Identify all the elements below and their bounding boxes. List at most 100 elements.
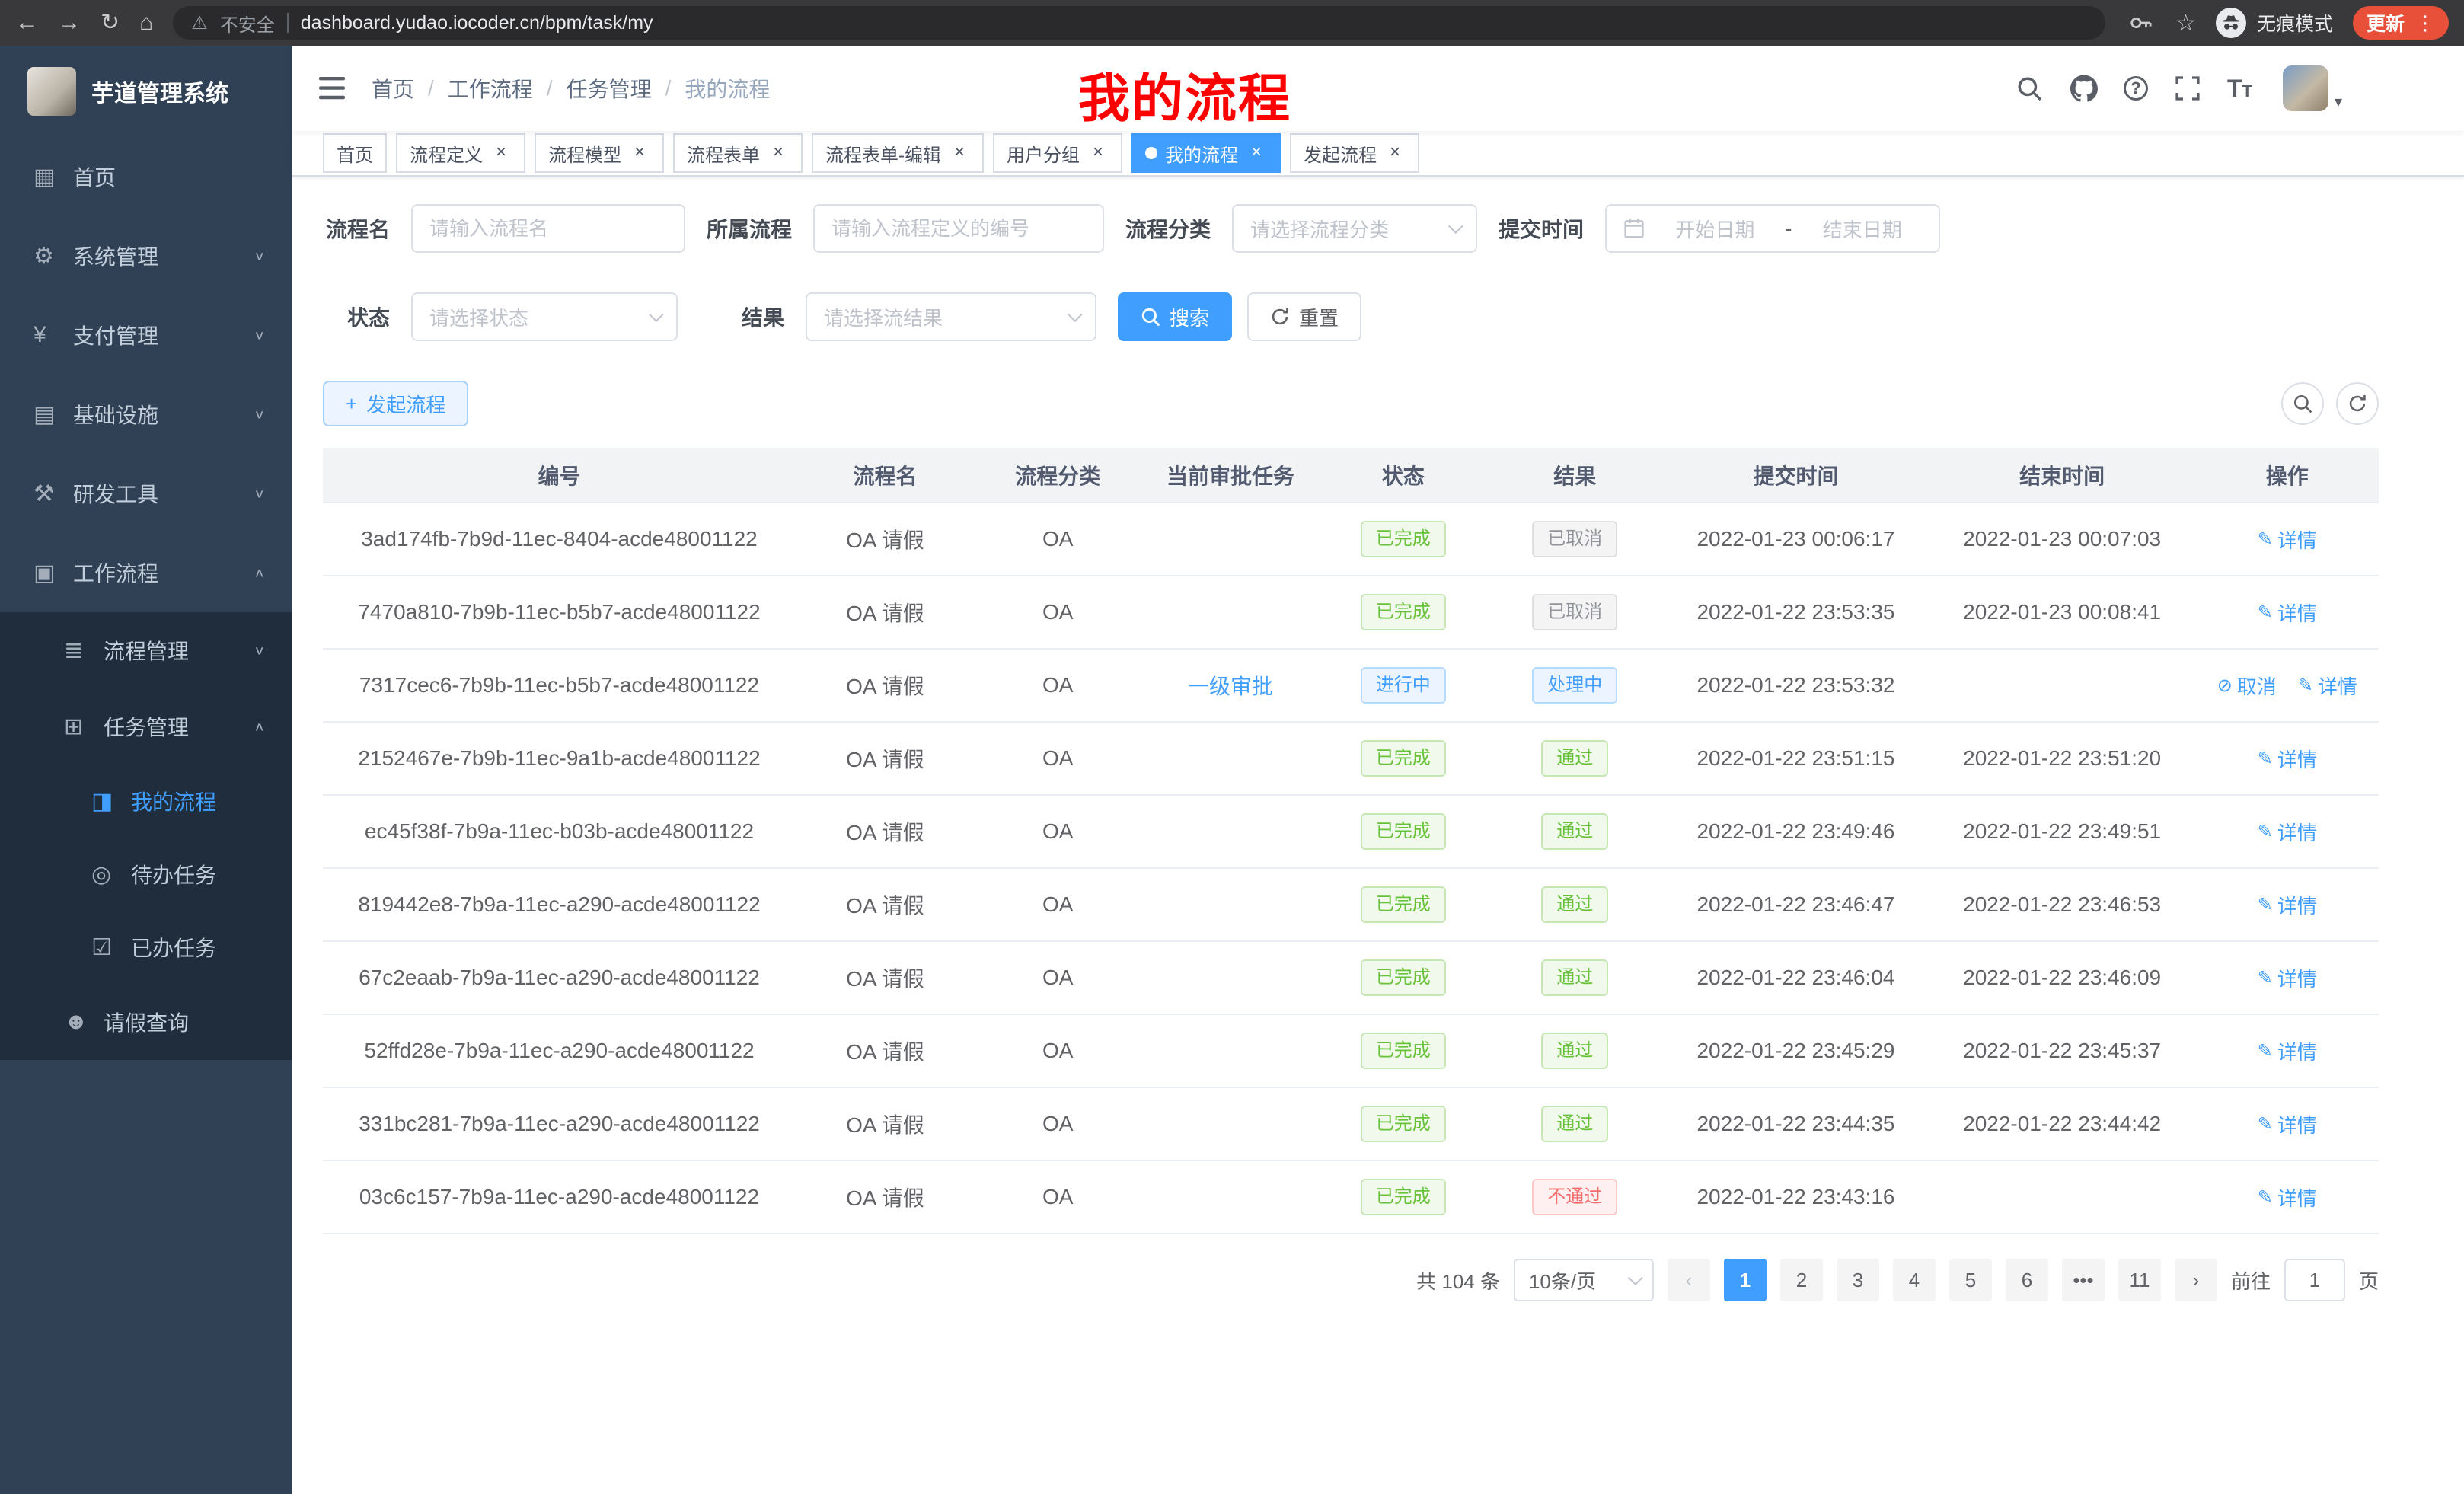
detail-link[interactable]: ✎ 详情 [2258,525,2317,554]
result-select[interactable]: 请选择流结果 [806,292,1096,341]
sidebar-item-done-tasks[interactable]: ☑ 已办任务 [0,911,292,984]
refresh-table-button[interactable] [2336,382,2379,425]
col-end-time: 结束时间 [1929,448,2196,503]
sidebar: 芋道管理系统 ▦ 首页 ⚙ 系统管理 ∨ ¥ 支付管理 ∨ ▤ [0,46,292,1494]
detail-link[interactable]: ✎ 详情 [2258,818,2317,846]
page-button[interactable]: 5 [1949,1259,1992,1301]
hamburger-icon[interactable] [292,77,372,100]
tab-close-icon[interactable]: × [949,142,970,164]
show-search-button[interactable] [2281,382,2324,425]
reset-button[interactable]: 重置 [1247,292,1361,341]
app-logo[interactable]: 芋道管理系统 [0,46,292,137]
category-select[interactable]: 请选择流程分类 [1232,204,1477,253]
detail-link[interactable]: ✎ 详情 [2258,599,2317,627]
next-page-button[interactable]: › [2175,1259,2217,1301]
tab[interactable]: 发起流程 × [1290,133,1419,173]
tab[interactable]: 流程表单 × [673,133,803,173]
tab[interactable]: 流程定义 × [396,133,525,173]
sidebar-item-workflow[interactable]: ▣ 工作流程 ∧ [0,533,292,612]
sidebar-item-todo-tasks[interactable]: ◎ 待办任务 [0,838,292,911]
search-button[interactable]: 搜索 [1118,292,1232,341]
page-button[interactable]: 6 [2006,1259,2048,1301]
tab-close-icon[interactable]: × [768,142,789,164]
detail-link[interactable]: ✎ 详情 [2258,891,2317,919]
sidebar-item-system[interactable]: ⚙ 系统管理 ∨ [0,216,292,295]
sidebar-item-my-process[interactable]: ◨ 我的流程 [0,765,292,838]
sidebar-item-process-management[interactable]: ≣ 流程管理 ∨ [0,612,292,688]
password-key-icon[interactable] [2125,8,2156,38]
page-button[interactable]: 1 [1724,1259,1767,1301]
cell-result: 通过 [1486,1014,1663,1087]
table-row: 52ffd28e-7b9a-11ec-a290-acde48001122 OA … [323,1014,2379,1087]
avatar[interactable] [2283,65,2328,111]
cancel-link[interactable]: ⊘ 取消 [2217,672,2277,700]
process-name-input[interactable] [429,217,667,241]
url-text[interactable]: dashboard.yudao.iocoder.cn/bpm/task/my [301,12,653,34]
update-button[interactable]: 更新 ⋮ [2353,6,2449,40]
bookmark-star-icon[interactable]: ☆ [2175,10,2196,37]
tab-close-icon[interactable]: × [629,142,650,164]
tab[interactable]: 流程模型 × [535,133,664,173]
result-badge: 通过 [1541,1033,1608,1069]
sidebar-item-leave-query[interactable]: ☻ 请假查询 [0,984,292,1060]
browser-menu-icon[interactable]: ⋮ [2415,11,2435,35]
sidebar-item-devtools[interactable]: ⚒ 研发工具 ∨ [0,454,292,533]
search-icon[interactable] [2014,73,2044,104]
date-range-picker[interactable]: 开始日期 - 结束日期 [1605,204,1940,253]
edit-icon: ✎ [2258,967,2273,989]
back-icon[interactable]: ← [15,11,38,34]
tab[interactable]: 流程表单-编辑 × [812,133,984,173]
forward-icon[interactable]: → [58,11,81,34]
sidebar-item-payment[interactable]: ¥ 支付管理 ∨ [0,295,292,375]
tab[interactable]: 首页 [323,133,387,173]
page-size-select[interactable]: 10条/页 [1514,1259,1654,1301]
detail-link[interactable]: ✎ 详情 [2258,1183,2317,1211]
address-bar[interactable]: ⚠ 不安全 dashboard.yudao.iocoder.cn/bpm/tas… [173,6,2105,40]
help-icon[interactable]: ? [2124,76,2148,101]
detail-link[interactable]: ✎ 详情 [2258,745,2317,773]
status-select[interactable]: 请选择状态 [411,292,678,341]
end-date-placeholder[interactable]: 结束日期 [1802,215,1922,243]
current-task-link[interactable]: 一级审批 [1188,675,1273,698]
user-menu[interactable]: ▾ [2283,65,2342,111]
page-button[interactable]: ••• [2062,1259,2105,1301]
prev-page-button[interactable]: ‹ [1668,1259,1710,1301]
cell-current-task [1141,1014,1320,1087]
page-button[interactable]: 4 [1893,1259,1936,1301]
detail-link[interactable]: ✎ 详情 [2258,964,2317,992]
font-size-icon[interactable]: TT [2227,75,2252,103]
col-status: 状态 [1320,448,1486,503]
breadcrumb-item[interactable]: 任务管理 [567,73,652,104]
tab-close-icon[interactable]: × [1087,142,1109,164]
tab-close-icon[interactable]: × [1384,142,1406,164]
page-button[interactable]: 3 [1837,1259,1879,1301]
col-name: 流程名 [796,448,975,503]
start-date-placeholder[interactable]: 开始日期 [1655,215,1775,243]
sidebar-item-task-management[interactable]: ⊞ 任务管理 ∧ [0,688,292,765]
goto-page-input[interactable] [2284,1259,2345,1301]
breadcrumb-item[interactable]: 工作流程 [448,73,533,104]
cell-actions: ✎ 详情 [2196,941,2379,1014]
status-badge: 已完成 [1361,959,1446,996]
detail-link[interactable]: ✎ 详情 [2258,1037,2317,1065]
page-button[interactable]: 11 [2118,1259,2161,1301]
home-icon[interactable]: ⌂ [139,11,153,34]
detail-link[interactable]: ✎ 详情 [2258,1110,2317,1138]
sidebar-item-infrastructure[interactable]: ▤ 基础设施 ∨ [0,375,292,454]
tab[interactable]: 我的流程 × [1131,133,1281,173]
process-id-input[interactable] [831,217,1086,241]
reload-icon[interactable]: ↻ [101,11,120,34]
tab-close-icon[interactable]: × [1246,142,1267,164]
cell-name: OA 请假 [796,576,975,649]
sidebar-item-home[interactable]: ▦ 首页 [0,137,292,216]
tab-close-icon[interactable]: × [490,142,512,164]
page-button[interactable]: 2 [1780,1259,1823,1301]
fullscreen-icon[interactable] [2172,73,2203,104]
breadcrumb-item[interactable]: 首页 [372,73,414,104]
page-title-annotation: 我的流程 [1078,56,1291,132]
logo-image [27,67,76,116]
start-process-button[interactable]: + 发起流程 [323,381,468,426]
tab[interactable]: 用户分组 × [993,133,1122,173]
github-icon[interactable] [2069,73,2099,104]
detail-link[interactable]: ✎ 详情 [2298,672,2357,700]
